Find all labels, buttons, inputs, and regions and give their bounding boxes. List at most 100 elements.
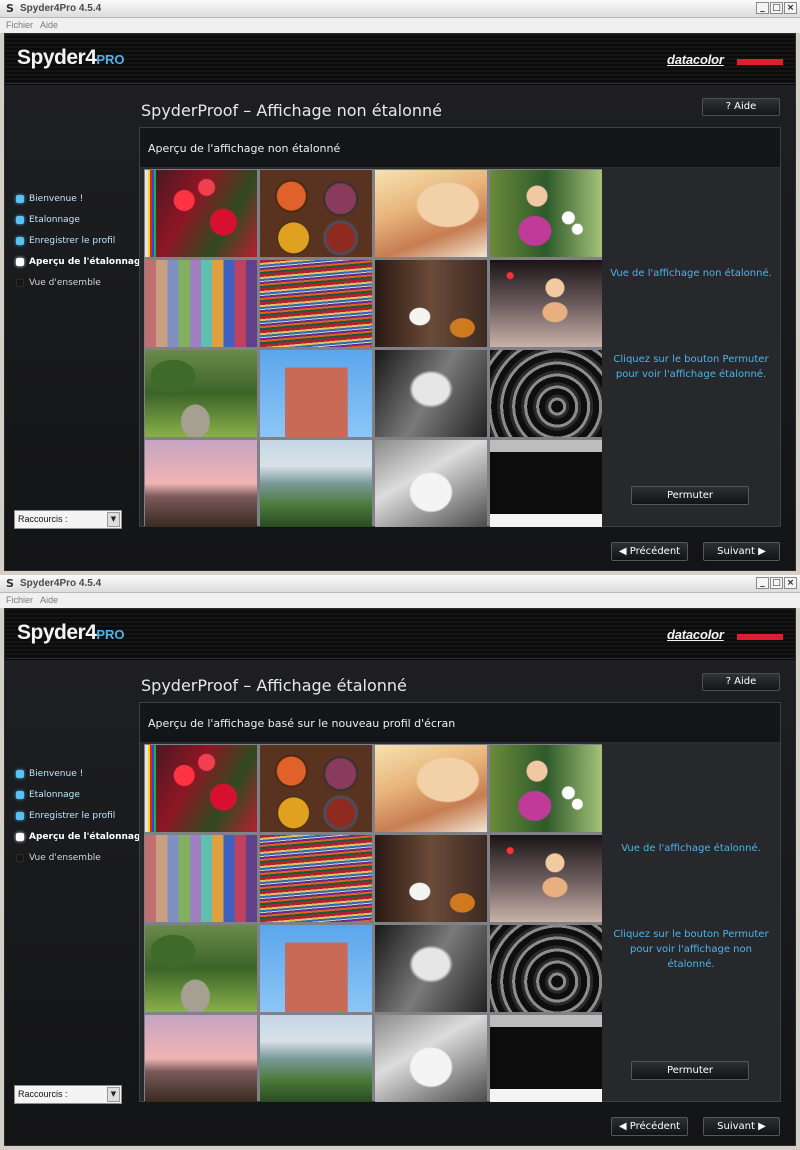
step-vue-ensemble[interactable]: Vue d'ensemble — [15, 277, 139, 298]
photo-girl-with-flowers — [490, 170, 602, 257]
photo-red-flowers — [145, 170, 257, 257]
step-label: Bienvenue ! — [29, 194, 84, 204]
photo-sunset-hills — [145, 1015, 257, 1102]
step-etalonnage[interactable]: Etalonnage — [15, 789, 139, 810]
app-icon: S — [6, 2, 14, 15]
permuter-button[interactable]: Permuter — [631, 486, 749, 505]
photo-guitar-player — [375, 835, 487, 922]
menu-aide[interactable]: Aide — [40, 19, 58, 31]
step-enregistrer-profil[interactable]: Enregistrer le profil — [15, 235, 139, 256]
photo-bw-portrait — [375, 350, 487, 437]
spyder-logo: Spyder4PRO — [17, 621, 125, 645]
app-banner: Spyder4PRO datacolor — [5, 34, 795, 84]
help-button[interactable]: ? Aide — [702, 673, 780, 691]
previous-button[interactable]: ◀ Précédent — [611, 1117, 688, 1136]
window-title: Spyder4Pro 4.5.4 — [20, 578, 102, 589]
menu-fichier[interactable]: Fichier — [6, 19, 33, 31]
step-etalonnage[interactable]: Etalonnage — [15, 214, 139, 235]
title-bar[interactable]: S Spyder4Pro 4.5.4 _ □ × — [0, 575, 800, 593]
step-status-icon — [16, 279, 24, 287]
shortcuts-value: Raccourcis : — [18, 514, 68, 524]
photo-woven-textile — [260, 835, 372, 922]
brand-bar — [737, 634, 783, 640]
photo-grid — [144, 169, 602, 527]
step-bienvenue[interactable]: Bienvenue ! — [15, 768, 139, 789]
dropdown-arrow-icon[interactable]: ▼ — [107, 1087, 120, 1102]
datacolor-logo: datacolor — [667, 52, 783, 69]
shortcuts-dropdown[interactable]: Raccourcis : ▼ — [14, 1085, 122, 1104]
step-label: Vue d'ensemble — [29, 278, 101, 288]
panel-title: Aperçu de l'affichage basé sur le nouvea… — [148, 717, 456, 730]
page-title: SpyderProof – Affichage non étalonné — [141, 101, 443, 120]
photo-girl-with-flowers — [490, 745, 602, 832]
shortcuts-dropdown[interactable]: Raccourcis : ▼ — [14, 510, 122, 529]
app-icon: S — [6, 577, 14, 590]
photo-bw-scooter — [375, 440, 487, 527]
close-button[interactable]: × — [784, 2, 797, 14]
step-status-icon — [16, 258, 24, 266]
minimize-button[interactable]: _ — [756, 2, 769, 14]
preview-panel: Aperçu de l'affichage basé sur le nouvea… — [139, 702, 781, 1102]
wizard-steps: Bienvenue ! Etalonnage Enregistrer le pr… — [15, 768, 147, 873]
photo-portrait-blonde — [375, 170, 487, 257]
photo-red-flowers — [145, 745, 257, 832]
step-bienvenue[interactable]: Bienvenue ! — [15, 193, 139, 214]
next-button[interactable]: Suivant ▶ — [703, 1117, 780, 1136]
photo-garden-urn — [145, 925, 257, 1012]
step-vue-ensemble[interactable]: Vue d'ensemble — [15, 852, 139, 873]
step-status-icon — [16, 216, 24, 224]
menu-bar: Fichier Aide — [0, 18, 800, 33]
photo-portrait-blonde — [375, 745, 487, 832]
previous-button[interactable]: ◀ Précédent — [611, 542, 688, 561]
app-frame: Spyder4PRO datacolor SpyderProof – Affic… — [4, 33, 796, 571]
photo-bw-test-chart — [490, 440, 602, 527]
window-uncalibrated: S Spyder4Pro 4.5.4 _ □ × Fichier Aide Sp… — [0, 0, 800, 575]
step-enregistrer-profil[interactable]: Enregistrer le profil — [15, 810, 139, 831]
photo-tuscan-landscape — [260, 440, 372, 527]
permuter-button[interactable]: Permuter — [631, 1061, 749, 1080]
step-label: Enregistrer le profil — [29, 236, 116, 246]
preview-panel: Aperçu de l'affichage non étalonné Vue d… — [139, 127, 781, 527]
brand-text: datacolor — [667, 52, 724, 67]
app-banner: Spyder4PRO datacolor — [5, 609, 795, 659]
photo-spiral-staircase — [490, 925, 602, 1012]
maximize-button[interactable]: □ — [770, 577, 783, 589]
photo-adobe-church — [260, 925, 372, 1012]
panel-header: Aperçu de l'affichage basé sur le nouvea… — [140, 703, 780, 743]
logo-suffix: PRO — [96, 627, 125, 642]
photo-bw-test-chart — [490, 1015, 602, 1102]
photo-bw-portrait — [375, 925, 487, 1012]
step-apercu-etalonnage[interactable]: Aperçu de l'étalonnage — [15, 831, 147, 852]
step-status-icon — [16, 854, 24, 862]
view-status-text: Vue de l'affichage étalonné. — [621, 843, 761, 854]
photo-vintage-portrait — [490, 835, 602, 922]
photo-adobe-church — [260, 350, 372, 437]
step-label: Etalonnage — [29, 215, 80, 225]
logo-suffix: PRO — [96, 52, 125, 67]
window-calibrated: S Spyder4Pro 4.5.4 _ □ × Fichier Aide Sp… — [0, 575, 800, 1150]
help-button[interactable]: ? Aide — [702, 98, 780, 116]
step-label: Aperçu de l'étalonnage — [29, 832, 147, 842]
next-button[interactable]: Suivant ▶ — [703, 542, 780, 561]
step-status-icon — [16, 770, 24, 778]
shortcuts-value: Raccourcis : — [18, 1089, 68, 1099]
step-apercu-etalonnage[interactable]: Aperçu de l'étalonnage — [15, 256, 147, 277]
step-status-icon — [16, 812, 24, 820]
step-label: Vue d'ensemble — [29, 853, 101, 863]
menu-fichier[interactable]: Fichier — [6, 594, 33, 606]
step-label: Bienvenue ! — [29, 769, 84, 779]
logo-main: Spyder4 — [17, 621, 97, 644]
minimize-button[interactable]: _ — [756, 577, 769, 589]
menu-bar: Fichier Aide — [0, 593, 800, 608]
close-button[interactable]: × — [784, 577, 797, 589]
step-label: Enregistrer le profil — [29, 811, 116, 821]
dropdown-arrow-icon[interactable]: ▼ — [107, 512, 120, 527]
title-bar[interactable]: S Spyder4Pro 4.5.4 _ □ × — [0, 0, 800, 18]
maximize-button[interactable]: □ — [770, 2, 783, 14]
brand-bar — [737, 59, 783, 65]
spyder-logo: Spyder4PRO — [17, 46, 125, 70]
content-area: SpyderProof – Affichage étalonné ? Aide … — [5, 660, 795, 1145]
step-status-icon — [16, 833, 24, 841]
brand-text: datacolor — [667, 627, 724, 642]
menu-aide[interactable]: Aide — [40, 594, 58, 606]
